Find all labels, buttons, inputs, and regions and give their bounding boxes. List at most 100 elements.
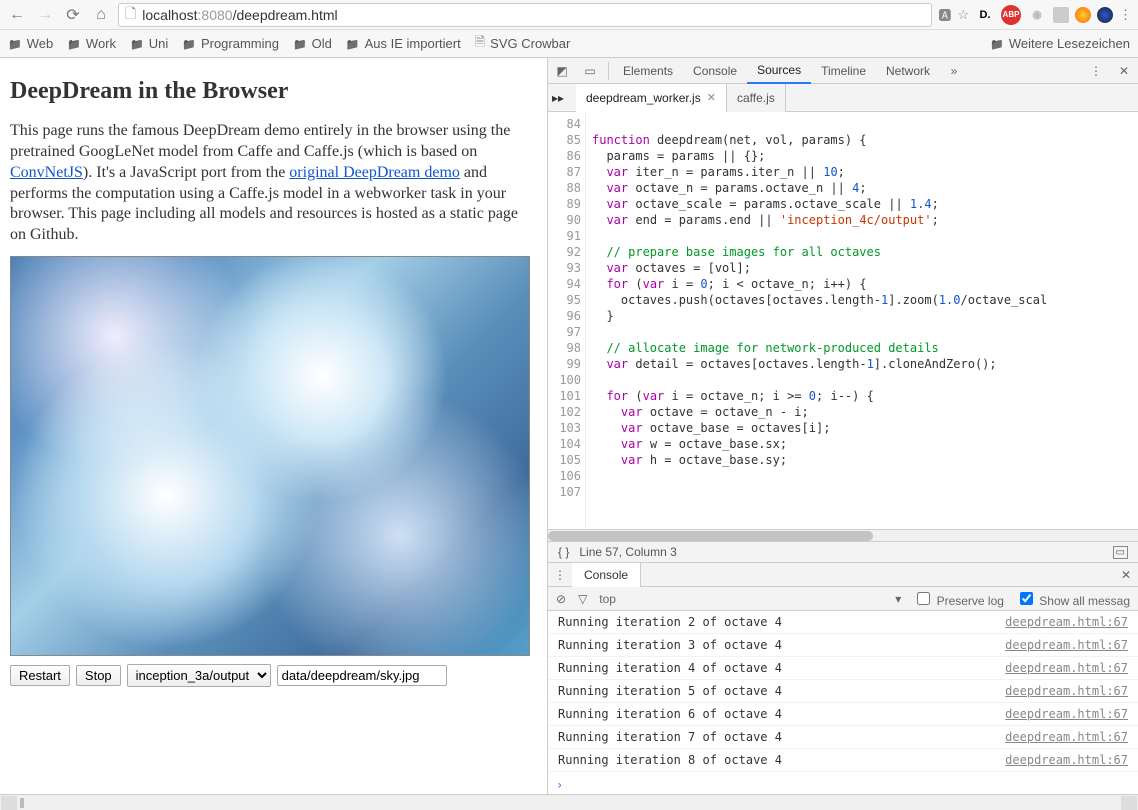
bookmark-label: Work [86,36,116,51]
console-menu-icon[interactable]: ⋮ [548,568,572,582]
console-prompt[interactable]: › [548,776,1138,794]
console-source-link[interactable]: deepdream.html:67 [1005,684,1128,698]
page-icon: 🗋 [125,3,136,27]
console-message: Running iteration 7 of octave 4 [558,730,782,744]
url-path: /deepdream.html [233,7,338,23]
menu-icon[interactable]: ⋮ [1119,7,1132,23]
forward-button[interactable]: → [34,4,56,26]
extension-icon-6[interactable] [1097,7,1113,23]
url-host: localhost [142,7,197,23]
folder-icon [130,36,144,51]
show-all-checkbox[interactable]: Show all messag [1016,589,1130,608]
devtools-menu-icon[interactable]: ⋮ [1082,58,1110,84]
reload-button[interactable]: ⟳ [62,4,84,26]
bookmark-item[interactable]: Uni [130,36,168,51]
deepdream-output-image [10,256,530,656]
bookmark-item[interactable]: Work [67,36,116,51]
clear-console-icon[interactable]: ⊘ [556,592,566,606]
device-icon[interactable]: ▭ [576,58,604,84]
extension-abp-icon[interactable]: ABP [1001,5,1021,25]
overflow-icon[interactable]: » [940,58,968,84]
folder-icon [182,36,196,51]
console-row: Running iteration 4 of octave 4 deepdream… [548,657,1138,680]
controls-row: Restart Stop inception_3a/output [10,664,537,687]
bookmarks-bar: Web Work Uni Programming Old Aus IE impo… [0,30,1138,58]
source-code-area[interactable]: 84 85 86 87 88 89 90 91 92 93 94 95 96 9… [548,112,1138,529]
extension-icon-5[interactable] [1075,7,1091,23]
tab-timeline[interactable]: Timeline [811,58,876,84]
console-source-link[interactable]: deepdream.html:67 [1005,661,1128,675]
navigator-toggle-icon[interactable]: ▸▸ [552,91,576,105]
console-message: Running iteration 5 of octave 4 [558,684,782,698]
devtools-tabbar: ◩ ▭ Elements Console Sources Timeline Ne… [548,58,1138,84]
tab-elements[interactable]: Elements [613,58,683,84]
console-message: Running iteration 8 of octave 4 [558,753,782,767]
console-source-link[interactable]: deepdream.html:67 [1005,753,1128,767]
devtools-pane: ◩ ▭ Elements Console Sources Timeline Ne… [548,58,1138,794]
tab-sources[interactable]: Sources [747,58,811,84]
bookmark-label: Programming [201,36,279,51]
cursor-position: Line 57, Column 3 [579,545,676,559]
bookmark-item[interactable]: Aus IE importiert [346,36,461,51]
sidebar-toggle-icon[interactable]: ▭ [1113,546,1128,559]
extension-icon-3[interactable]: ◉ [1027,5,1047,25]
bookmark-item[interactable]: SVG Crowbar [475,33,571,55]
source-code[interactable]: function deepdream(net, vol, params) { p… [586,112,1138,529]
link-original-demo[interactable]: original DeepDream demo [289,164,460,181]
filter-icon[interactable]: ▽ [578,592,587,606]
console-message: Running iteration 4 of octave 4 [558,661,782,675]
console-source-link[interactable]: deepdream.html:67 [1005,615,1128,629]
console-source-link[interactable]: deepdream.html:67 [1005,707,1128,721]
home-button[interactable]: ⌂ [90,4,112,26]
translate-icon[interactable]: 🅰 [938,5,951,24]
image-path-input[interactable] [277,665,447,686]
console-output[interactable]: Running iteration 2 of octave 4deepdream… [548,611,1138,776]
console-close-icon[interactable]: ✕ [1114,568,1138,582]
console-source-link[interactable]: deepdream.html:67 [1005,638,1128,652]
console-row: Running iteration 6 of octave 4 deepdream… [548,703,1138,726]
bookmark-star-icon[interactable]: ☆ [957,7,969,23]
console-row: Running iteration 2 of octave 4deepdream… [548,611,1138,634]
console-toolbar: ⊘ ▽ top ▾ Preserve log Show all messag [548,587,1138,611]
bookmark-item[interactable]: Old [293,36,332,51]
folder-icon [67,36,81,51]
console-message: Running iteration 6 of octave 4 [558,707,782,721]
horizontal-scrollbar[interactable] [548,529,1138,541]
link-convnetjs[interactable]: ConvNetJS [10,164,83,181]
restart-button[interactable]: Restart [10,665,70,686]
preserve-log-checkbox[interactable]: Preserve log [913,589,1004,608]
folder-icon [8,36,22,51]
browser-toolbar: ← → ⟳ ⌂ 🗋 localhost:8080/deepdream.html … [0,0,1138,30]
console-row: Running iteration 8 of octave 4 deepdream… [548,749,1138,772]
console-row: Running iteration 5 of octave 4 deepdream… [548,680,1138,703]
page-paragraph: This page runs the famous DeepDream demo… [10,121,537,246]
tab-network[interactable]: Network [876,58,940,84]
webpage-content: DeepDream in the Browser This page runs … [0,58,548,794]
devtools-close-icon[interactable]: ✕ [1110,58,1138,84]
bookmark-label: Uni [149,36,169,51]
file-tab[interactable]: caffe.js [727,84,786,112]
address-bar[interactable]: 🗋 localhost:8080/deepdream.html [118,3,932,27]
extension-d-icon[interactable]: D. [975,5,995,25]
page-icon [475,33,485,55]
bookmark-label: SVG Crowbar [490,36,570,51]
context-dropdown-icon[interactable]: ▾ [895,592,901,606]
file-tab-active[interactable]: deepdream_worker.js ✕ [576,84,727,112]
inspect-icon[interactable]: ◩ [548,58,576,84]
bookmark-item[interactable]: Programming [182,36,279,51]
back-button[interactable]: ← [6,4,28,26]
folder-icon [346,36,360,51]
context-select[interactable]: top [599,592,616,606]
console-drawer-tab[interactable]: Console [572,563,641,587]
layer-select[interactable]: inception_3a/output [127,664,271,687]
stop-button[interactable]: Stop [76,665,121,686]
folder-icon [293,36,307,51]
bookmark-item[interactable]: Web [8,36,53,51]
close-icon[interactable]: ✕ [707,91,716,104]
tab-console[interactable]: Console [683,58,747,84]
page-horizontal-scrollbar[interactable] [0,794,1138,810]
console-source-link[interactable]: deepdream.html:67 [1005,730,1128,744]
extension-icon-4[interactable] [1053,7,1069,23]
format-icon[interactable]: { } [558,545,569,559]
bookmark-more[interactable]: Weitere Lesezeichen [990,36,1130,51]
